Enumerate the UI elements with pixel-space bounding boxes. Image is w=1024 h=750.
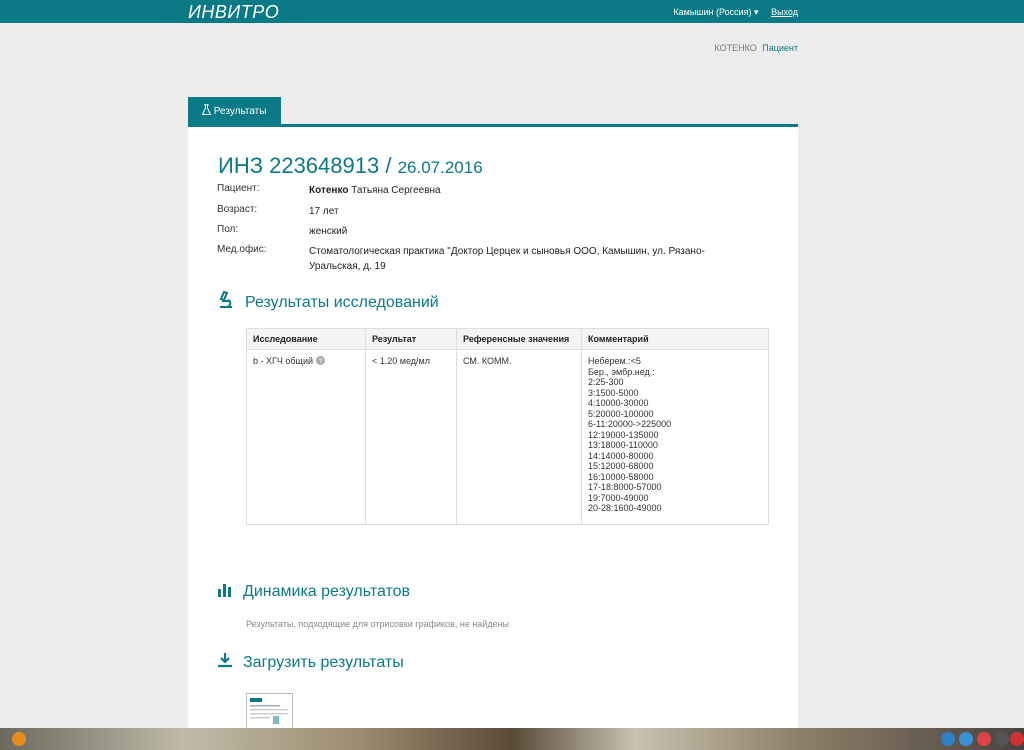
- cell-result: < 1.20 мед/мл: [365, 349, 457, 525]
- comment-line: 3:1500-5000: [588, 387, 639, 398]
- flask-icon: [201, 103, 214, 117]
- logo[interactable]: ИНВИТРО: [188, 2, 279, 23]
- age-value: 17 лет: [309, 206, 339, 217]
- no-graphs-message: Результаты, подходящие для отрисовки гра…: [246, 619, 510, 629]
- test-name: b - ХГЧ общий: [253, 356, 313, 366]
- comment-line: 19:7000-49000: [588, 492, 649, 503]
- patient-surname: Котенко: [309, 185, 349, 196]
- top-right-menu: Камышин (Россия) ▾ Выход: [673, 7, 798, 18]
- city-selector[interactable]: Камышин (Россия) ▾: [673, 7, 758, 17]
- patient-value: Котенко Татьяна Сергеевна: [309, 183, 729, 198]
- svg-text:?: ?: [318, 359, 322, 366]
- tab-results-label: Результаты: [213, 106, 267, 117]
- comment-line: 14:14000-80000: [588, 450, 654, 461]
- order-separator: /: [379, 153, 398, 178]
- start-button-icon[interactable]: [12, 732, 26, 746]
- tab-results[interactable]: Результаты: [188, 97, 281, 125]
- column-header-result: Результат: [365, 328, 457, 350]
- logout-link[interactable]: Выход: [771, 7, 798, 17]
- download-section-title: Загрузить результаты: [243, 653, 404, 671]
- column-header-test: Исследование: [246, 328, 366, 350]
- age-label: Возраст:: [217, 204, 258, 215]
- order-number: ИНЗ 223648913: [218, 153, 380, 178]
- microscope-icon: [217, 290, 245, 314]
- results-section-heading: Результаты исследований: [217, 290, 439, 314]
- user-name: КОТЕНКО: [714, 43, 757, 53]
- tray-app-icon[interactable]: [941, 732, 955, 746]
- order-title: ИНЗ 223648913 / 26.07.2016: [218, 153, 483, 179]
- cell-comment: Неберем.:<5 Бер., эмбр.нед.: 2:25-300 3:…: [581, 349, 769, 525]
- comment-line: 4:10000-30000: [588, 398, 649, 408]
- sex-value: женский: [309, 226, 348, 237]
- comment-line: 16:10000-58000: [588, 471, 654, 482]
- office-label: Мед.офис:: [217, 244, 267, 255]
- sex-label: Пол:: [217, 224, 239, 235]
- cell-test: b - ХГЧ общий ?: [246, 349, 366, 525]
- column-header-comment: Комментарий: [581, 328, 769, 350]
- bar-chart-icon: [217, 581, 243, 602]
- tray-opera-icon[interactable]: [1010, 732, 1024, 746]
- user-info: КОТЕНКО Пациент: [714, 43, 798, 53]
- download-icon: [217, 652, 243, 673]
- comment-line: 15:12000-68000: [588, 461, 654, 471]
- download-section-heading: Загрузить результаты: [217, 652, 404, 673]
- office-value: Стоматологическая практика "Доктор Церце…: [309, 246, 705, 272]
- comment-line: 6-11:20000->225000: [588, 419, 672, 429]
- help-icon[interactable]: ?: [315, 356, 325, 366]
- tray-settings-icon[interactable]: [995, 732, 1009, 746]
- table-row: b - ХГЧ общий ? < 1.20 мед/мл СМ. КОММ. …: [246, 349, 769, 525]
- comment-line: 5:20000-100000: [588, 408, 654, 419]
- comment-line: 13:18000-110000: [588, 440, 658, 450]
- comment-line: 12:19000-135000: [588, 429, 659, 440]
- os-taskbar: [0, 728, 1024, 750]
- dynamics-section-heading: Динамика результатов: [217, 581, 410, 602]
- comment-line: Бер., эмбр.нед.:: [588, 366, 655, 377]
- result-document-thumbnail[interactable]: [246, 693, 293, 733]
- results-card: ИНЗ 223648913 / 26.07.2016 Пациент: Коте…: [188, 127, 798, 747]
- table-header-row: Исследование Результат Референсные значе…: [246, 328, 769, 350]
- column-header-reference: Референсные значения: [456, 328, 582, 350]
- results-section-title: Результаты исследований: [245, 293, 439, 311]
- comment-line: Неберем.:<5: [588, 356, 641, 366]
- comment-line: 2:25-300: [588, 377, 624, 387]
- cell-reference: СМ. КОММ.: [456, 349, 582, 525]
- patient-label: Пациент:: [217, 183, 260, 194]
- tray-browser-icon[interactable]: [977, 732, 991, 746]
- comment-line: 20-28:1600-49000: [588, 503, 662, 513]
- dynamics-section-title: Динамика результатов: [243, 582, 411, 600]
- top-bar: ИНВИТРО Камышин (Россия) ▾ Выход: [0, 0, 1024, 23]
- results-table: Исследование Результат Референсные значе…: [246, 328, 769, 525]
- order-date: 26.07.2016: [397, 158, 483, 177]
- patient-name: Татьяна Сергеевна: [348, 185, 441, 196]
- comment-line: 17-18:8000-57000: [588, 482, 662, 492]
- user-role-link[interactable]: Пациент: [762, 43, 798, 53]
- tray-network-icon[interactable]: [959, 732, 973, 746]
